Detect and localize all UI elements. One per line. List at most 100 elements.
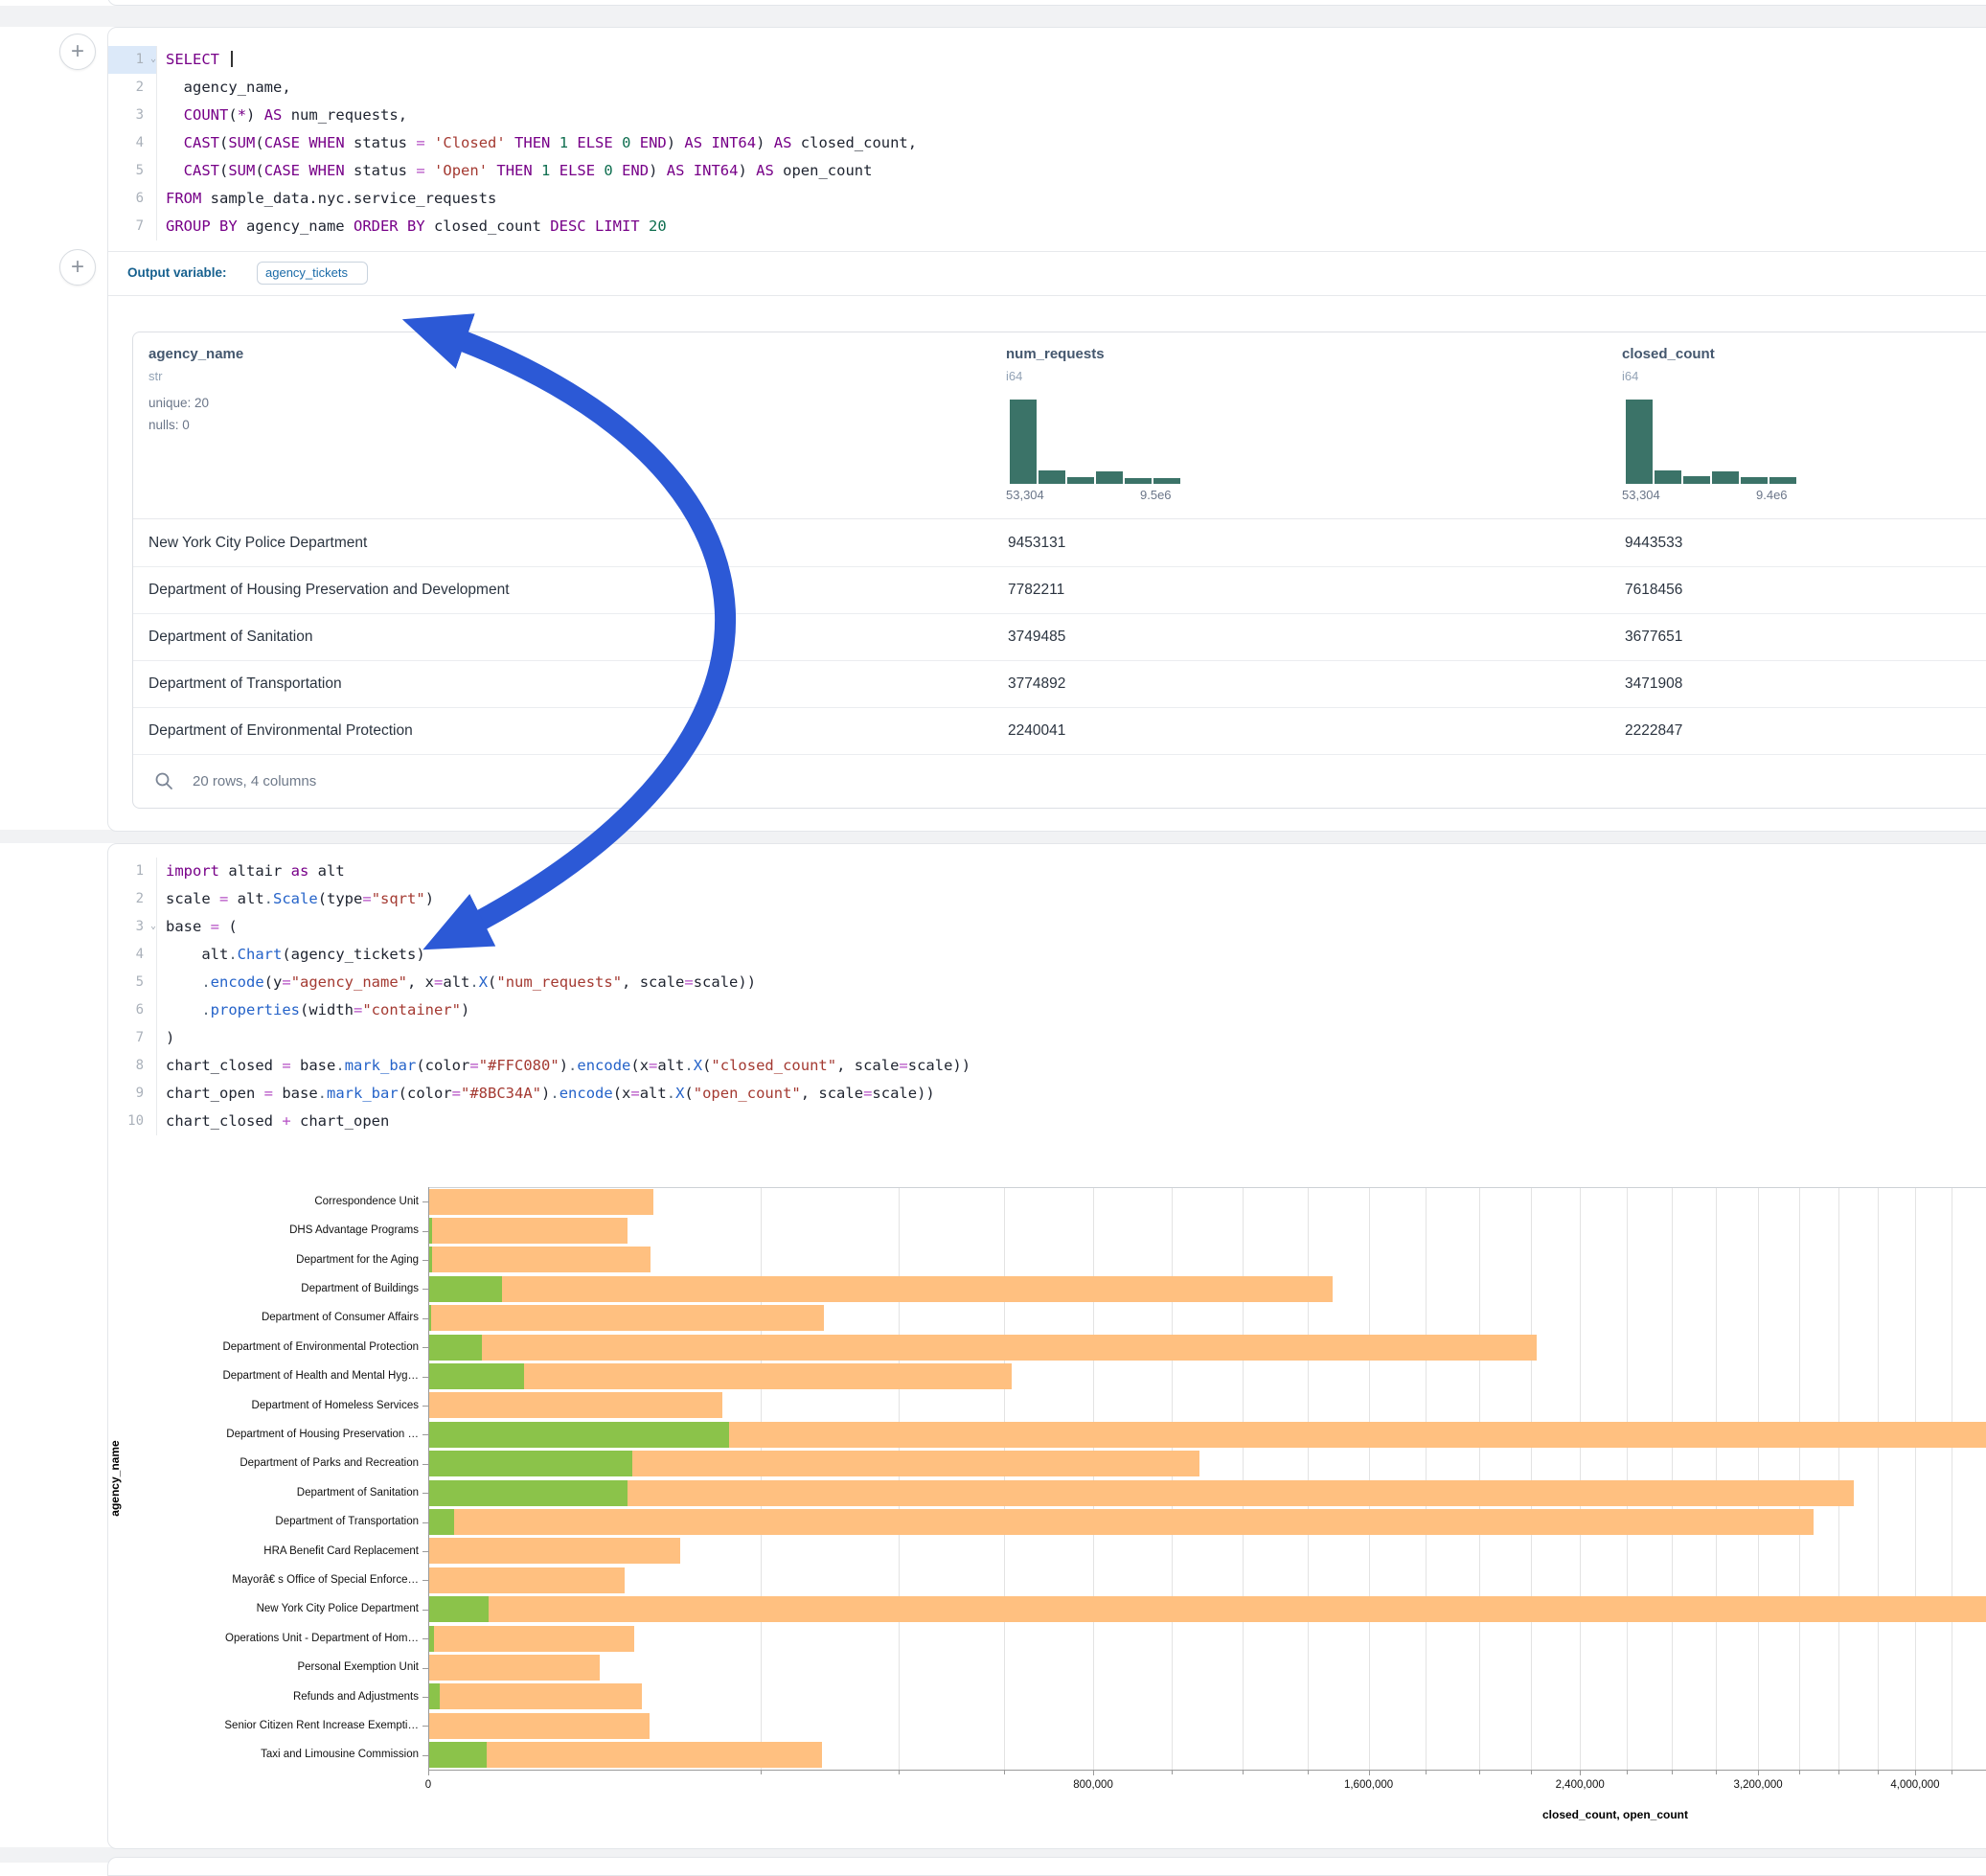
table-cell: 7618456 (1625, 566, 1682, 613)
search-icon[interactable] (154, 771, 173, 795)
column-header-num_requests: num_requests (1006, 346, 1105, 362)
chart-y-tick-label: Personal Exemption Unit (122, 1660, 419, 1675)
histogram-min-label: 53,304 (1006, 488, 1044, 502)
chart-gridline (1369, 1187, 1370, 1770)
code-text: COUNT(*) AS num_requests, (166, 102, 407, 129)
chart-y-tick-label: Department of Housing Preservation … (122, 1428, 419, 1442)
code-line[interactable]: 5 .encode(y="agency_name", x=alt.X("num_… (108, 969, 1986, 996)
line-number-gutter: 7 (108, 213, 157, 240)
code-line[interactable]: 8chart_closed = base.mark_bar(color="#FF… (108, 1052, 1986, 1080)
table-cell: Department of Sanitation (148, 613, 312, 660)
bar-closed-count (428, 1305, 824, 1331)
code-text: import altair as alt (166, 858, 345, 885)
code-text: chart_closed = base.mark_bar(color="#FFC… (166, 1052, 970, 1080)
column-histogram (1010, 400, 1182, 484)
code-line[interactable]: 7) (108, 1024, 1986, 1052)
bar-open-count (428, 1451, 632, 1476)
code-line[interactable]: 3⌄base = ( (108, 913, 1986, 941)
python-code-editor[interactable]: 1import altair as alt2scale = alt.Scale(… (108, 858, 1986, 1135)
chart-gridline (1426, 1187, 1427, 1770)
bar-closed-count (428, 1713, 650, 1739)
code-text: .properties(width="container") (166, 996, 469, 1024)
code-text: alt.Chart(agency_tickets) (166, 941, 425, 969)
chart-x-tick-label: 1,600,000 (1312, 1779, 1427, 1791)
chart-gridline (1758, 1187, 1759, 1770)
code-text: CAST(SUM(CASE WHEN status = 'Closed' THE… (166, 129, 917, 157)
python-cell[interactable]: 1import altair as alt2scale = alt.Scale(… (107, 843, 1986, 1849)
code-line[interactable]: 1⌄SELECT (108, 46, 1986, 74)
chart-gridline (1093, 1187, 1094, 1770)
code-line[interactable]: 1import altair as alt (108, 858, 1986, 885)
chart-y-tick-label: Refunds and Adjustments (122, 1690, 419, 1704)
bar-chart: agency_name closed_count, open_count 080… (428, 1187, 1986, 1770)
line-number-gutter: 3⌄ (108, 913, 157, 941)
chart-y-tick-label: New York City Police Department (122, 1602, 419, 1616)
sql-code-editor[interactable]: 1⌄SELECT 2 agency_name,3 COUNT(*) AS num… (108, 46, 1986, 240)
bar-open-count (428, 1596, 489, 1622)
dataframe-preview[interactable]: agency_namestrunique: 20nulls: 0num_requ… (132, 332, 1986, 809)
chart-y-tick-label: Department of Buildings (122, 1282, 419, 1296)
line-number-gutter: 9 (108, 1080, 157, 1108)
bar-closed-count (428, 1509, 1814, 1535)
bar-closed-count (428, 1218, 628, 1244)
chart-x-axis-title: closed_count, open_count (1510, 1808, 1721, 1821)
bar-closed-count (428, 1683, 642, 1709)
add-cell-button-top[interactable]: + (59, 34, 96, 70)
chart-gridline (1308, 1187, 1309, 1770)
chart-y-tick-label: Department of Transportation (122, 1515, 419, 1529)
code-fold-icon[interactable]: ⌄ (150, 912, 156, 940)
notebook-page: { "colors": { "arrow": "#2c59d6", "close… (0, 0, 1986, 1863)
bar-open-count (428, 1742, 487, 1768)
line-number-gutter: 10 (108, 1108, 157, 1135)
bar-open-count (428, 1509, 454, 1535)
code-line[interactable]: 10 chart_closed + chart_open (108, 1108, 1986, 1135)
code-line[interactable]: 2 agency_name, (108, 74, 1986, 102)
code-line[interactable]: 4 alt.Chart(agency_tickets) (108, 941, 1986, 969)
code-line[interactable]: 6FROM sample_data.nyc.service_requests (108, 185, 1986, 213)
table-row[interactable]: Department of Housing Preservation and D… (133, 566, 1986, 614)
table-cell: Department of Transportation (148, 660, 342, 707)
cell-section-divider (108, 251, 1986, 252)
sql-cell[interactable]: 1⌄SELECT 2 agency_name,3 COUNT(*) AS num… (107, 27, 1986, 832)
chart-y-tick-label: Department of Sanitation (122, 1486, 419, 1500)
line-number-gutter: 5 (108, 969, 157, 996)
output-variable-pill[interactable]: agency_tickets (257, 262, 368, 285)
chart-y-tick-label: Mayorâ€ s Office of Special Enforce… (122, 1573, 419, 1588)
line-number-gutter: 3 (108, 102, 157, 129)
code-text: ) (166, 1024, 174, 1052)
chart-y-tick-label: Senior Citizen Rent Increase Exempti… (122, 1719, 419, 1733)
code-line[interactable]: 2scale = alt.Scale(type="sqrt") (108, 885, 1986, 913)
chart-gridline (1243, 1187, 1244, 1770)
table-cell: 3677651 (1625, 613, 1682, 660)
bar-closed-count (428, 1276, 1333, 1302)
bar-closed-count (428, 1392, 722, 1418)
table-row[interactable]: Department of Sanitation37494853677651 (133, 613, 1986, 661)
code-line[interactable]: 3 COUNT(*) AS num_requests, (108, 102, 1986, 129)
table-row[interactable]: Department of Environmental Protection22… (133, 707, 1986, 755)
code-fold-icon[interactable]: ⌄ (150, 45, 156, 73)
code-line[interactable]: 4 CAST(SUM(CASE WHEN status = 'Closed' T… (108, 129, 1986, 157)
chart-y-tick-label: Department of Homeless Services (122, 1399, 419, 1413)
chart-gridline (1004, 1187, 1005, 1770)
code-line[interactable]: 6 .properties(width="container") (108, 996, 1986, 1024)
code-line[interactable]: 5 CAST(SUM(CASE WHEN status = 'Open' THE… (108, 157, 1986, 185)
code-line[interactable]: 9chart_open = base.mark_bar(color="#8BC3… (108, 1080, 1986, 1108)
line-number-gutter: 4 (108, 941, 157, 969)
code-text: agency_name, (166, 74, 291, 102)
table-cell: 2222847 (1625, 707, 1682, 754)
code-text: chart_closed + chart_open (166, 1108, 389, 1135)
previous-cell-edge (107, 0, 1986, 6)
line-number-gutter: 1⌄ (108, 46, 157, 74)
table-row[interactable]: Department of Transportation377489234719… (133, 660, 1986, 708)
code-text: .encode(y="agency_name", x=alt.X("num_re… (166, 969, 756, 996)
table-row[interactable]: New York City Police Department945313194… (133, 519, 1986, 567)
bar-closed-count (428, 1335, 1537, 1361)
line-number-gutter: 2 (108, 74, 157, 102)
row-count-status: 20 rows, 4 columns (193, 773, 316, 789)
code-line[interactable]: 7GROUP BY agency_name ORDER BY closed_co… (108, 213, 1986, 240)
bar-closed-count (428, 1480, 1854, 1506)
line-number-gutter: 2 (108, 885, 157, 913)
add-cell-button-output[interactable]: + (59, 249, 96, 286)
bar-open-count (428, 1276, 502, 1302)
table-cell: 3774892 (1008, 660, 1065, 707)
